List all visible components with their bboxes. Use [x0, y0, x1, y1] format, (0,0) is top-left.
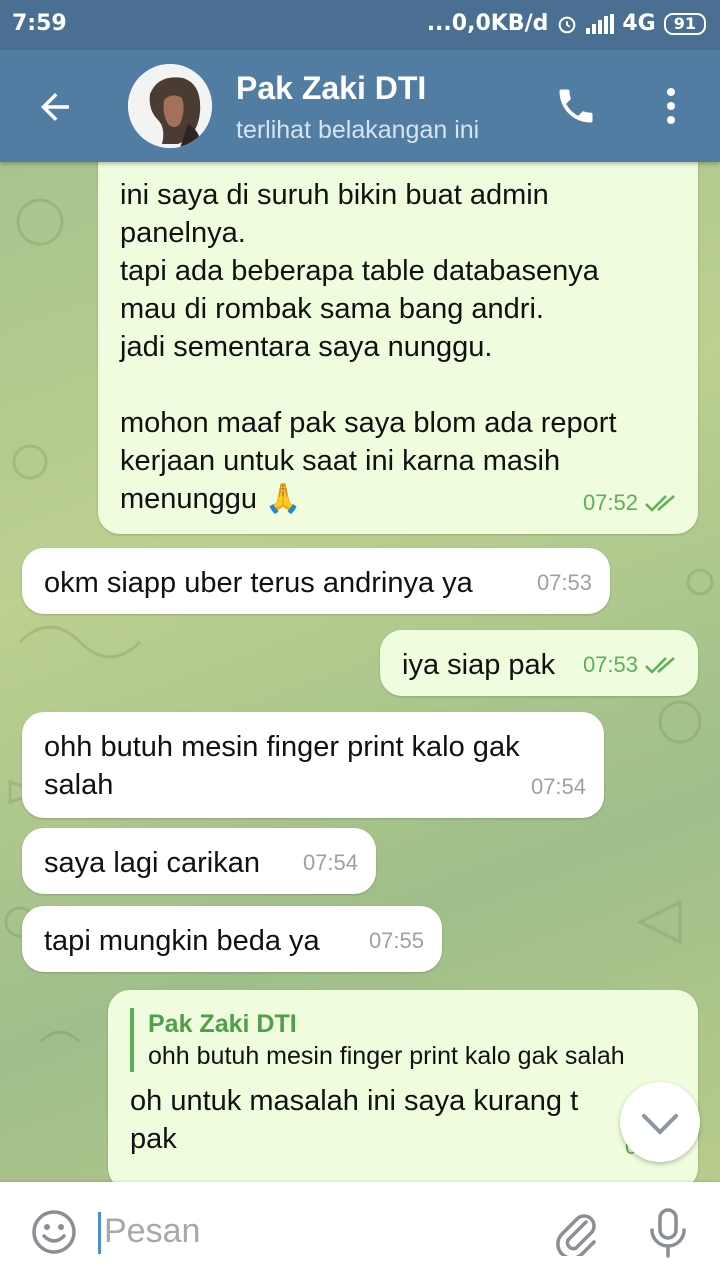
message-time: 07:55 [368, 928, 424, 953]
message-bubble-outgoing[interactable]: ini saya di suruh bikin buat admin panel… [98, 162, 698, 534]
message-meta: 07:54 [303, 844, 358, 882]
message-text: okm siapp uber terus andrinya ya [44, 567, 473, 599]
message-input-bar: Pesan [0, 1182, 720, 1280]
message-bubble-incoming[interactable]: tapi mungkin beda ya 07:55 [22, 906, 442, 972]
message-meta: 07:53 [537, 564, 592, 602]
chat-header: Pak Zaki DTI terlihat belakangan ini [0, 50, 720, 162]
more-vert-icon[interactable] [658, 84, 684, 128]
message-time: 07:54 [530, 774, 586, 799]
message-bubble-outgoing[interactable]: iya siap pak 07:53 [380, 630, 698, 696]
status-time: 7:59 [12, 11, 67, 36]
signal-icon [586, 13, 615, 34]
double-check-icon [645, 495, 675, 512]
phone-icon[interactable] [554, 84, 598, 128]
message-time: 07:53 [536, 570, 592, 595]
quote-text: ohh butuh mesin finger print kalo gak sa… [148, 1042, 625, 1070]
message-meta: 07:53 [583, 646, 680, 684]
chat-title[interactable]: Pak Zaki DTI [236, 70, 426, 107]
avatar-image [128, 64, 212, 148]
network-speed: ...0,0KB/d [426, 11, 549, 36]
scroll-down-button[interactable] [620, 1082, 700, 1162]
message-bubble-incoming[interactable]: saya lagi carikan 07:54 [22, 828, 376, 894]
text-caret [98, 1212, 101, 1254]
message-text: tapi mungkin beda ya [44, 925, 320, 957]
message-text: ohh butuh mesin finger print kalo gak sa… [44, 731, 520, 801]
message-time: 07:52 [582, 490, 638, 515]
arrow-left-icon[interactable] [34, 86, 76, 128]
alarm-icon [559, 16, 576, 33]
status-icons: ...0,0KB/d 4G 91 [427, 11, 706, 36]
emoji-icon[interactable] [30, 1208, 78, 1256]
last-seen-status: terlihat belakangan ini [236, 116, 480, 144]
message-meta: 07:54 [531, 768, 586, 806]
message-time: 07:53 [582, 652, 638, 677]
paperclip-icon[interactable] [552, 1208, 600, 1256]
reply-quote[interactable]: Pak Zaki DTI ohh butuh mesin finger prin… [130, 1008, 676, 1072]
quote-author: Pak Zaki DTI [148, 1010, 297, 1038]
message-bubble-incoming[interactable]: ohh butuh mesin finger print kalo gak sa… [22, 712, 604, 818]
chat-area[interactable]: ini saya di suruh bikin buat admin panel… [0, 162, 720, 1182]
chevron-down-icon [642, 1114, 678, 1135]
message-text: oh untuk masalah ini saya kurang t pak [130, 1085, 579, 1155]
message-meta: 07:52 [583, 484, 680, 522]
network-type: 4G [622, 11, 656, 36]
double-check-icon [645, 657, 675, 674]
message-time: 07:54 [302, 850, 358, 875]
message-bubble-incoming[interactable]: okm siapp uber terus andrinya ya 07:53 [22, 548, 610, 614]
message-meta: 07:55 [369, 922, 424, 960]
message-text: ini saya di suruh bikin buat admin panel… [120, 179, 617, 515]
avatar[interactable] [128, 64, 212, 148]
message-bubble-outgoing-reply[interactable]: Pak Zaki DTI ohh butuh mesin finger prin… [108, 990, 698, 1182]
battery-indicator: 91 [663, 12, 706, 35]
message-input[interactable]: Pesan [104, 1212, 200, 1251]
status-bar: 7:59 ...0,0KB/d 4G 91 [0, 0, 720, 50]
microphone-icon[interactable] [648, 1206, 688, 1258]
